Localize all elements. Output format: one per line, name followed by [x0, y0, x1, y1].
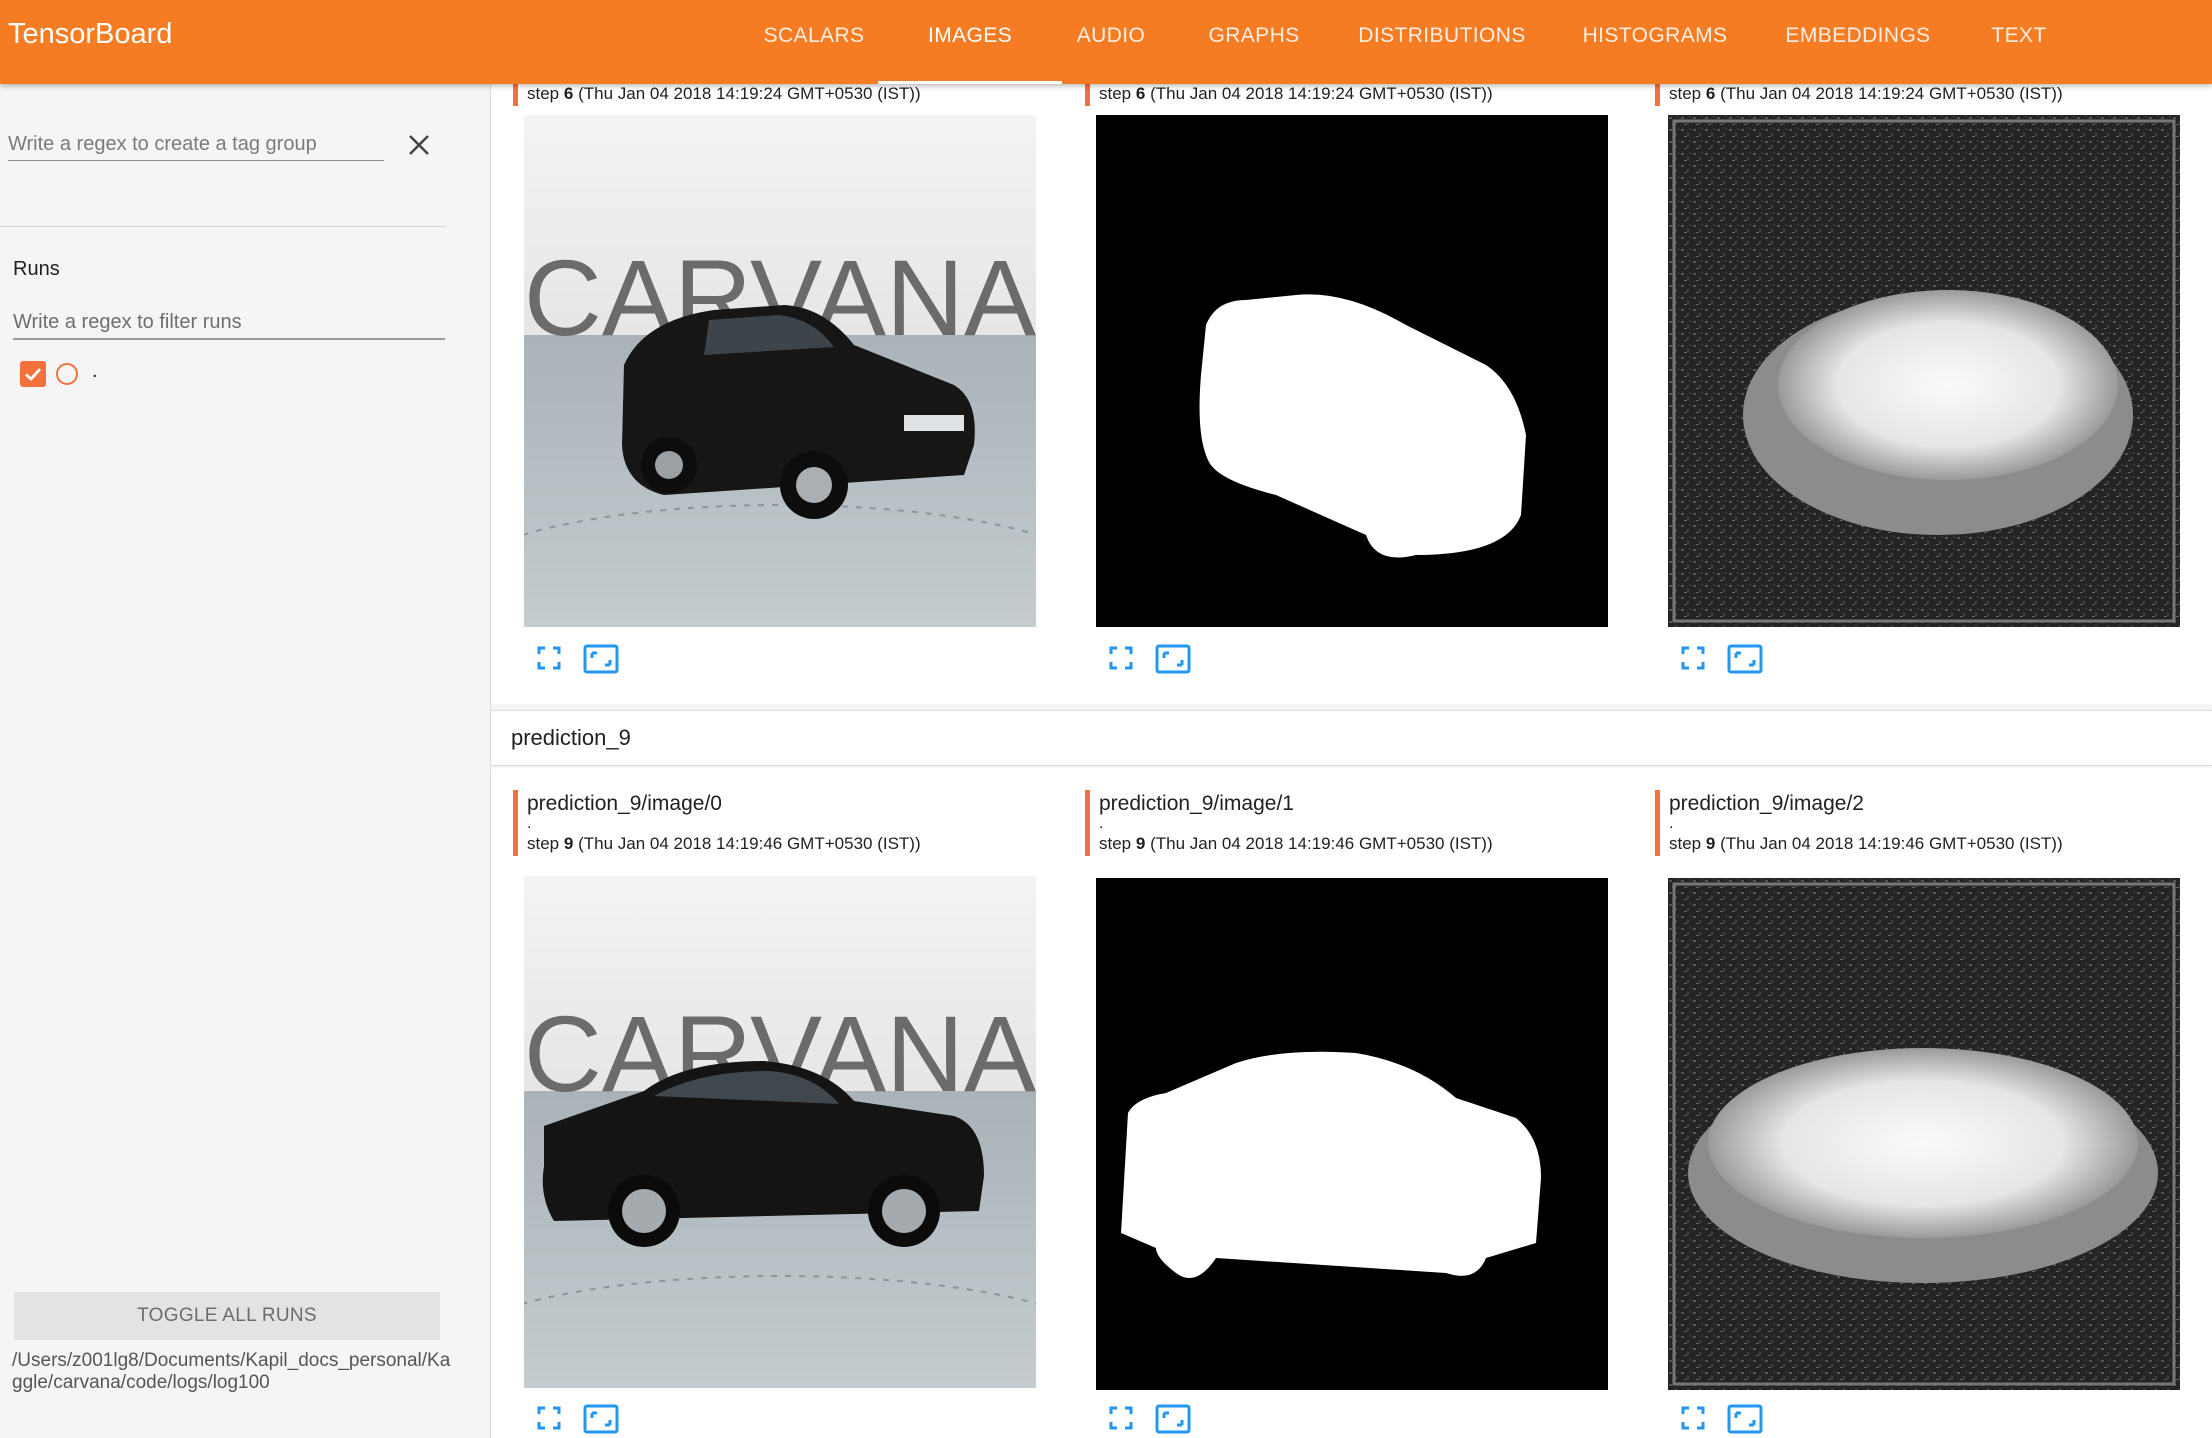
step-timestamp: (Thu Jan 04 2018 14:19:46 GMT+0530 (IST)…	[578, 834, 921, 853]
actual-size-icon[interactable]	[583, 1404, 619, 1434]
tab-scalars[interactable]: SCALARS	[764, 0, 865, 84]
actual-size-icon[interactable]	[1155, 644, 1191, 674]
card-step-info: step 6 (Thu Jan 04 2018 14:19:24 GMT+053…	[527, 84, 1043, 106]
image-actions	[1679, 1404, 1799, 1438]
section-header[interactable]: prediction_9	[491, 710, 2212, 766]
card-step-info: step 6 (Thu Jan 04 2018 14:19:24 GMT+053…	[1669, 84, 2185, 106]
step-timestamp: (Thu Jan 04 2018 14:19:46 GMT+0530 (IST)…	[1720, 834, 2063, 853]
tab-audio[interactable]: AUDIO	[1077, 0, 1146, 84]
image-actions	[535, 644, 655, 678]
card-meta: step 6 (Thu Jan 04 2018 14:19:24 GMT+053…	[513, 84, 1043, 106]
car-photo-image[interactable]: CARVANA	[524, 876, 1036, 1388]
actual-size-icon[interactable]	[1727, 644, 1763, 674]
toggle-all-runs-button[interactable]: TOGGLE ALL RUNS	[14, 1292, 440, 1340]
run-item: .	[20, 360, 320, 388]
card-meta: step 6 (Thu Jan 04 2018 14:19:24 GMT+053…	[1085, 84, 1615, 106]
card-step-info: step 9 (Thu Jan 04 2018 14:19:46 GMT+053…	[527, 832, 1043, 856]
actual-size-icon[interactable]	[1155, 1404, 1191, 1434]
car-photo-image[interactable]: CARVANA	[524, 115, 1036, 627]
step-value: 9	[1135, 834, 1146, 853]
run-checkbox[interactable]	[20, 361, 46, 387]
fullscreen-icon[interactable]	[535, 1404, 563, 1432]
image-actions	[1107, 1404, 1227, 1438]
run-color-dot[interactable]	[56, 363, 78, 385]
step-value: 6	[1705, 84, 1716, 103]
image-actions	[1107, 644, 1227, 678]
step-value: 9	[563, 834, 574, 853]
step-value: 6	[563, 84, 574, 103]
step-timestamp: (Thu Jan 04 2018 14:19:24 GMT+0530 (IST)…	[1720, 84, 2063, 103]
card-step-info: step 6 (Thu Jan 04 2018 14:19:24 GMT+053…	[1099, 84, 1615, 106]
tab-images[interactable]: IMAGES	[877, 0, 1063, 84]
card-step-info: step 9 (Thu Jan 04 2018 14:19:46 GMT+053…	[1669, 832, 2185, 856]
card-meta: prediction_9/image/2 . step 9 (Thu Jan 0…	[1655, 790, 2185, 856]
step-label: step	[527, 834, 560, 853]
nav-tabs: SCALARS IMAGES AUDIO GRAPHS DISTRIBUTION…	[0, 0, 2212, 84]
image-actions	[1679, 644, 1799, 678]
card-title: prediction_9/image/2	[1669, 792, 1864, 815]
fullscreen-icon[interactable]	[1679, 644, 1707, 672]
check-icon	[25, 368, 42, 381]
card-meta: step 6 (Thu Jan 04 2018 14:19:24 GMT+053…	[1655, 84, 2185, 106]
actual-size-icon[interactable]	[583, 644, 619, 674]
step-label: step	[527, 84, 560, 103]
card-meta: prediction_9/image/1 . step 9 (Thu Jan 0…	[1085, 790, 1615, 856]
fullscreen-icon[interactable]	[1107, 644, 1135, 672]
step-label: step	[1099, 834, 1132, 853]
tab-distributions[interactable]: DISTRIBUTIONS	[1358, 0, 1525, 84]
run-label: .	[1669, 815, 1674, 832]
step-label: step	[1099, 84, 1132, 103]
section-title: prediction_9	[511, 725, 631, 750]
runs-filter-input[interactable]	[13, 306, 445, 340]
step-value: 6	[1135, 84, 1146, 103]
run-label: .	[1099, 815, 1104, 832]
top-app-bar: TensorBoard SCALARS IMAGES AUDIO GRAPHS …	[0, 0, 2212, 84]
tab-graphs[interactable]: GRAPHS	[1208, 0, 1299, 84]
card-title: prediction_9/image/1	[1099, 792, 1294, 815]
step-timestamp: (Thu Jan 04 2018 14:19:24 GMT+0530 (IST)…	[578, 84, 921, 103]
tab-text[interactable]: TEXT	[1991, 0, 2046, 84]
run-name: .	[92, 360, 98, 382]
card-meta: prediction_9/image/0 . step 9 (Thu Jan 0…	[513, 790, 1043, 856]
mask-image[interactable]	[1096, 115, 1608, 627]
fullscreen-icon[interactable]	[1107, 1404, 1135, 1432]
logdir-path: /Users/z001lg8/Documents/Kapil_docs_pers…	[12, 1350, 451, 1393]
run-label: .	[527, 815, 532, 832]
card-step-info: step 9 (Thu Jan 04 2018 14:19:46 GMT+053…	[1099, 832, 1615, 856]
fullscreen-icon[interactable]	[535, 644, 563, 672]
sidebar-divider	[0, 226, 446, 227]
fullscreen-icon[interactable]	[1679, 1404, 1707, 1432]
prediction-image[interactable]	[1668, 878, 2180, 1390]
images-dashboard: step 6 (Thu Jan 04 2018 14:19:24 GMT+053…	[491, 84, 2212, 1438]
runs-label: Runs	[13, 258, 60, 280]
step-label: step	[1669, 834, 1702, 853]
mask-image[interactable]	[1096, 878, 1608, 1390]
step-timestamp: (Thu Jan 04 2018 14:19:24 GMT+0530 (IST)…	[1150, 84, 1493, 103]
tab-histograms[interactable]: HISTOGRAMS	[1583, 0, 1728, 84]
image-actions	[535, 1404, 655, 1438]
card-title: prediction_9/image/0	[527, 792, 722, 815]
close-icon[interactable]	[403, 129, 435, 161]
actual-size-icon[interactable]	[1727, 1404, 1763, 1434]
step-timestamp: (Thu Jan 04 2018 14:19:46 GMT+0530 (IST)…	[1150, 834, 1493, 853]
tab-embeddings[interactable]: EMBEDDINGS	[1785, 0, 1930, 84]
step-value: 9	[1705, 834, 1716, 853]
prediction-image[interactable]	[1668, 115, 2180, 627]
sidebar: Runs . TOGGLE ALL RUNS /Users/z001lg8/Do…	[0, 84, 491, 1438]
step-label: step	[1669, 84, 1702, 103]
tag-group-input[interactable]	[8, 128, 384, 161]
